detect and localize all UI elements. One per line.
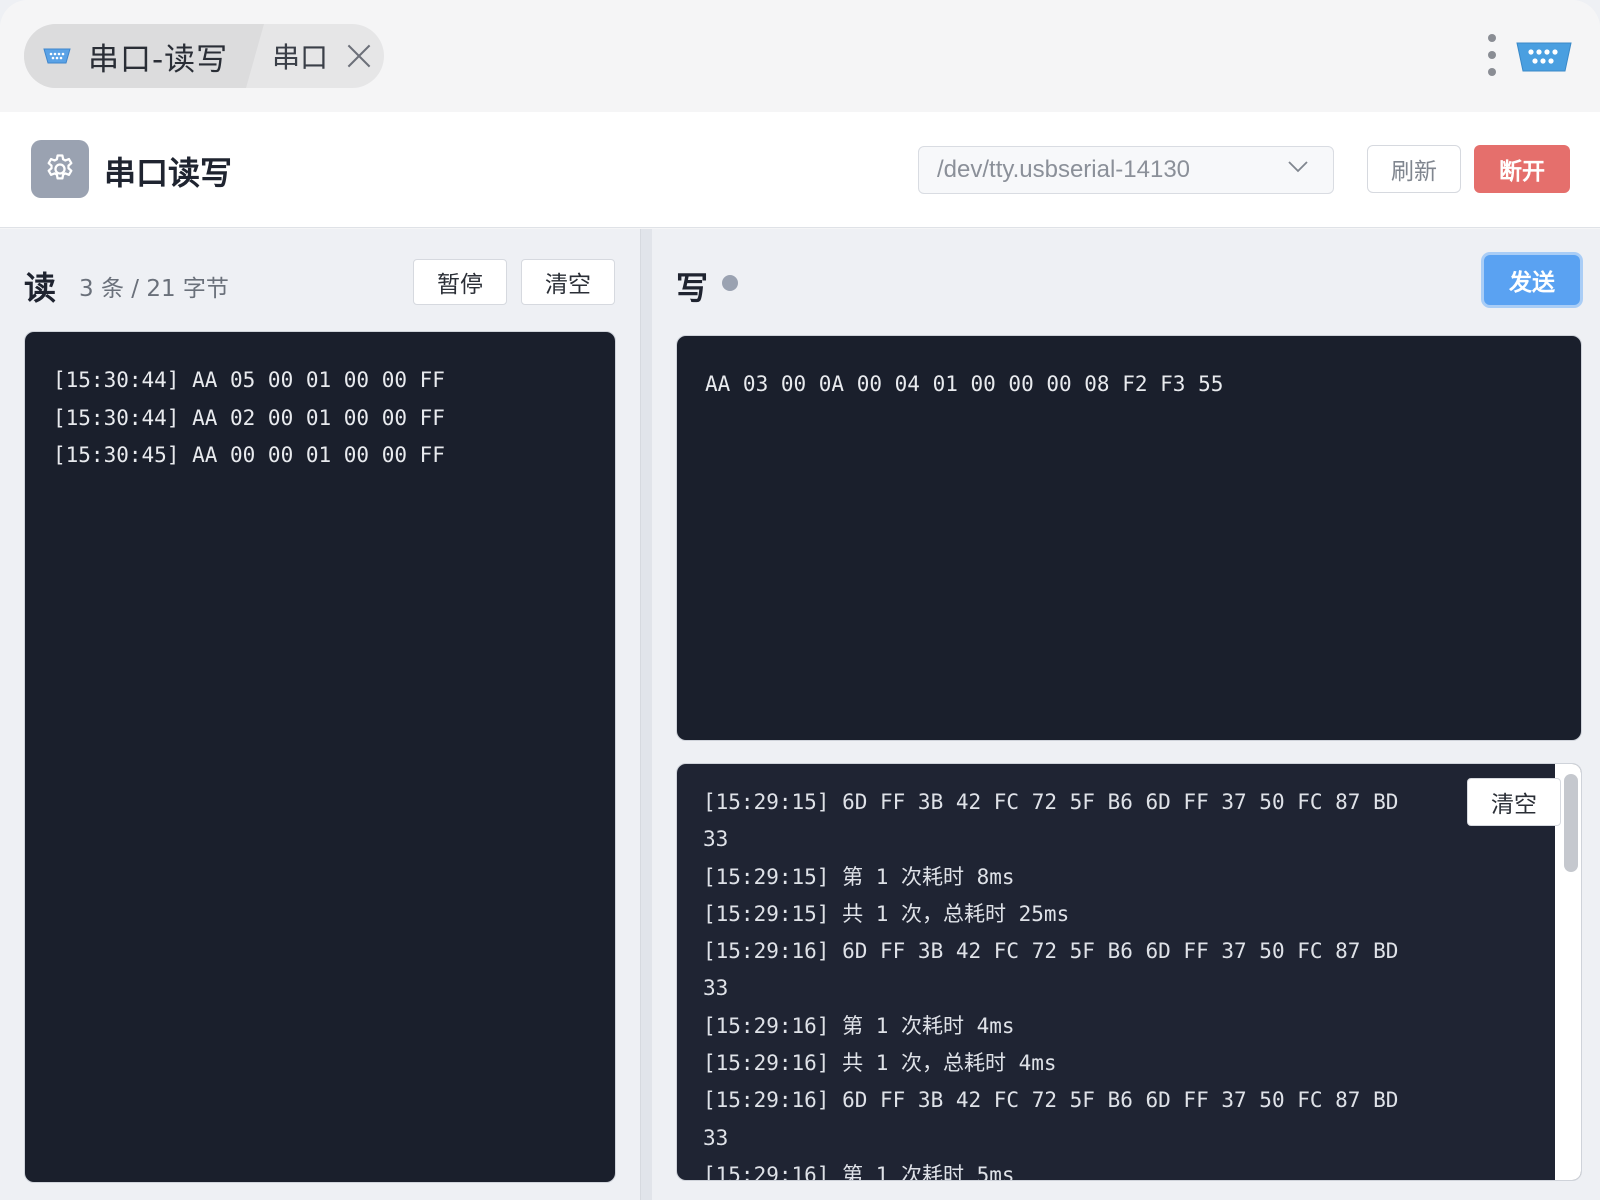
pause-button[interactable]: 暂停 xyxy=(413,259,507,305)
write-log[interactable]: [15:29:15] 6D FF 3B 42 FC 72 5F B6 6D FF… xyxy=(676,763,1582,1181)
tab-group: 串口-读写 串口 xyxy=(24,24,384,88)
close-icon[interactable] xyxy=(346,43,372,69)
log-line: 33 xyxy=(703,827,729,852)
tab-label: 串口-读写 xyxy=(88,41,229,78)
serial-port-icon[interactable] xyxy=(1514,40,1574,74)
page-title: 串口读写 xyxy=(104,154,233,192)
log-line: 33 xyxy=(703,976,729,1001)
read-line: [15:30:44] AA 05 00 01 00 00 FF xyxy=(53,368,445,392)
read-panel: 读 3 条 / 21 字节 暂停 清空 [15:30:44] AA 05 00 … xyxy=(0,229,640,1200)
log-line: 33 xyxy=(703,1125,729,1150)
log-scrollbar[interactable] xyxy=(1564,774,1578,872)
log-line: [15:29:15] 6D FF 3B 42 FC 72 5F B6 6D FF… xyxy=(703,790,1399,814)
tab-bar: 串口-读写 串口 xyxy=(0,0,1600,112)
write-title: 写 xyxy=(676,269,709,307)
read-title: 读 xyxy=(24,269,57,307)
write-input[interactable]: AA 03 00 0A 00 04 01 00 00 00 08 F2 F3 5… xyxy=(676,335,1582,741)
chevron-down-icon xyxy=(1287,155,1309,177)
log-line: [15:29:16] 第 1 次耗时 4ms xyxy=(703,1013,1015,1038)
port-select-value: /dev/tty.usbserial-14130 xyxy=(937,156,1191,183)
tab-label: 串口 xyxy=(272,41,329,74)
read-output[interactable]: [15:30:44] AA 05 00 01 00 00 FF [15:30:4… xyxy=(24,331,616,1183)
panel-divider[interactable] xyxy=(640,229,652,1200)
port-select[interactable]: /dev/tty.usbserial-14130 xyxy=(918,146,1334,194)
clear-log-button[interactable]: 清空 xyxy=(1467,778,1561,826)
log-line: [15:29:16] 6D FF 3B 42 FC 72 5F B6 6D FF… xyxy=(703,939,1399,964)
read-line: [15:30:44] AA 02 00 01 00 00 FF xyxy=(53,405,445,430)
more-vertical-icon[interactable] xyxy=(1488,34,1498,76)
log-line: [15:29:15] 第 1 次耗时 8ms xyxy=(703,864,1015,889)
write-input-value: AA 03 00 0A 00 04 01 00 00 00 08 F2 F3 5… xyxy=(705,372,1224,396)
read-stats: 3 条 / 21 字节 xyxy=(79,276,229,302)
page-header: 串口读写 /dev/tty.usbserial-14130 刷新 断开 xyxy=(0,112,1600,228)
clear-read-button[interactable]: 清空 xyxy=(521,259,615,305)
serial-port-icon xyxy=(42,47,72,65)
read-line: [15:30:45] AA 00 00 01 00 00 FF xyxy=(53,443,445,467)
app-window: 串口-读写 串口 串口读写 /dev/tty.usbserial-14130 刷… xyxy=(0,0,1600,1200)
status-dot xyxy=(722,275,738,291)
log-line: [15:29:15] 共 1 次，总耗时 25ms xyxy=(703,901,1070,926)
tab-serial-read-write[interactable]: 串口-读写 xyxy=(24,24,264,88)
send-button[interactable]: 发送 xyxy=(1484,255,1580,305)
log-line: [15:29:16] 第 1 次耗时 5ms xyxy=(703,1162,1015,1181)
refresh-button[interactable]: 刷新 xyxy=(1367,145,1461,193)
tab-serial[interactable]: 串口 xyxy=(264,24,372,88)
write-panel: 写 发送 AA 03 00 0A 00 04 01 00 00 00 08 F2… xyxy=(652,229,1600,1200)
log-line: [15:29:16] 6D FF 3B 42 FC 72 5F B6 6D FF… xyxy=(703,1088,1399,1113)
log-line: [15:29:16] 共 1 次，总耗时 4ms xyxy=(703,1051,1057,1076)
disconnect-button[interactable]: 断开 xyxy=(1474,145,1570,193)
gear-icon[interactable] xyxy=(31,140,89,198)
